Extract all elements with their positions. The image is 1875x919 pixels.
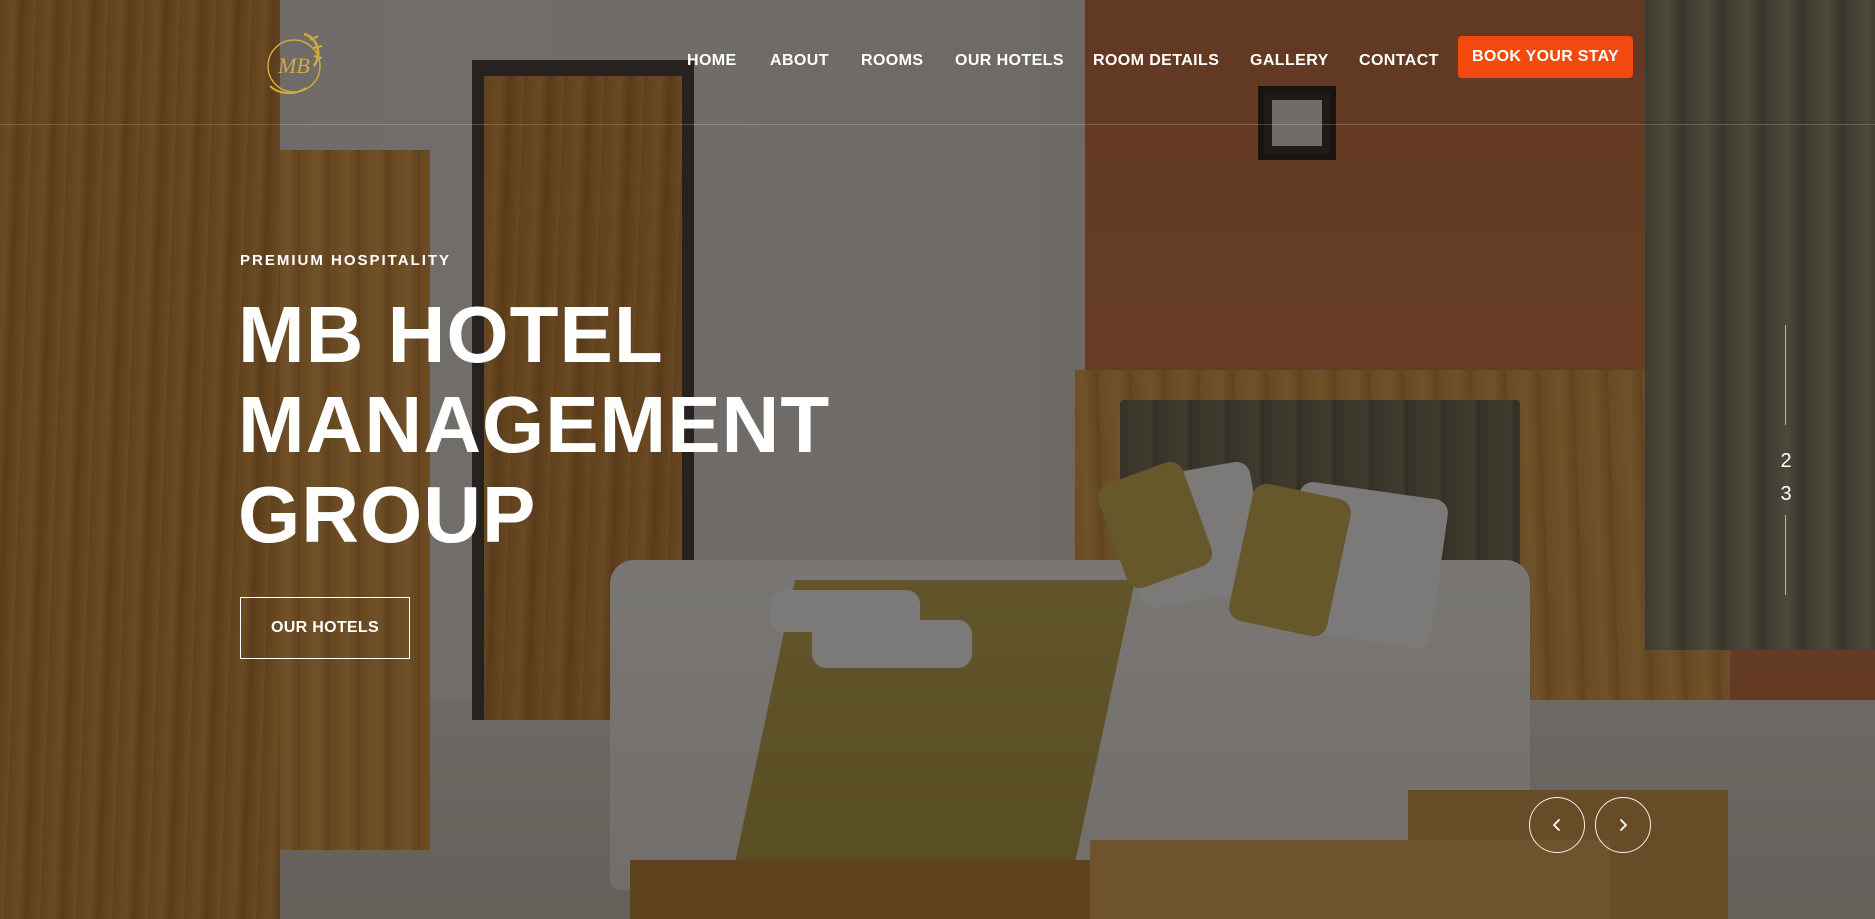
nav-room-details[interactable]: ROOM DETAILS — [1093, 52, 1219, 70]
mb-logo-icon: MB — [267, 32, 323, 94]
nav-about[interactable]: ABOUT — [770, 52, 829, 70]
hero-title-line: MB HOTEL — [238, 290, 664, 379]
svg-text:MB: MB — [277, 53, 310, 78]
nav-contact[interactable]: CONTACT — [1359, 52, 1439, 70]
hero-eyebrow: PREMIUM HOSPITALITY — [240, 252, 452, 269]
nav-gallery[interactable]: GALLERY — [1250, 52, 1329, 70]
slide-indicator-line — [1785, 325, 1786, 425]
nav-home[interactable]: HOME — [687, 52, 737, 70]
slide-indicator-line — [1785, 515, 1786, 595]
logo[interactable]: MB — [258, 26, 330, 98]
nav-our-hotels[interactable]: OUR HOTELS — [955, 52, 1064, 70]
site-header: MB HOME ABOUT ROOMS OUR HOTELS ROOM DETA… — [0, 0, 1875, 125]
hero-title-line: GROUP — [238, 470, 537, 559]
hero-title: MB HOTEL MANAGEMENT GROUP — [238, 290, 938, 560]
book-your-stay-button[interactable]: BOOK YOUR STAY — [1458, 36, 1633, 78]
slide-number-3[interactable]: 3 — [1778, 483, 1794, 506]
slide-number-2[interactable]: 2 — [1778, 450, 1794, 473]
chevron-left-icon — [1553, 819, 1560, 831]
our-hotels-button[interactable]: OUR HOTELS — [240, 597, 410, 659]
next-slide-button[interactable] — [1595, 797, 1651, 853]
hero-title-line: MANAGEMENT — [238, 380, 831, 469]
chevron-right-icon — [1620, 819, 1627, 831]
prev-slide-button[interactable] — [1529, 797, 1585, 853]
nav-rooms[interactable]: ROOMS — [861, 52, 923, 70]
